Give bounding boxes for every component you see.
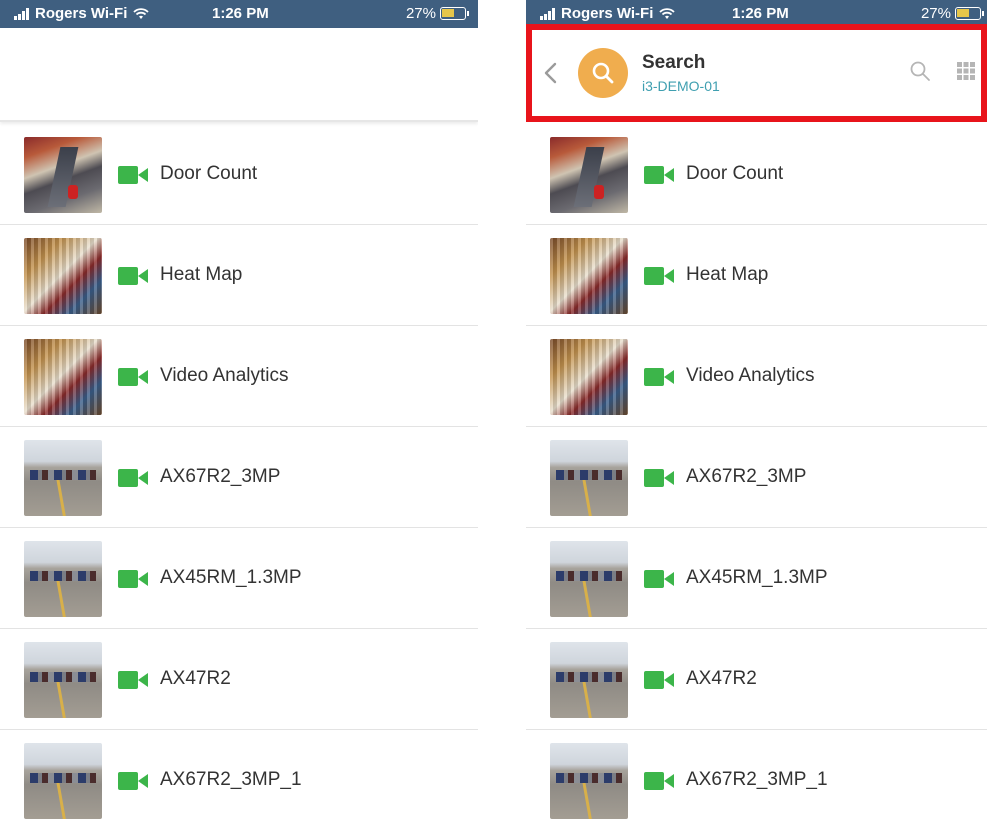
camera-thumbnail	[24, 743, 102, 819]
battery-percent: 27%	[405, 5, 436, 22]
video-camera-icon	[118, 671, 148, 689]
carrier-info: Rogers Wi-Fi	[14, 5, 150, 22]
video-camera-icon	[118, 469, 148, 487]
camera-thumbnail	[24, 238, 102, 314]
camera-name: Video Analytics	[160, 365, 289, 386]
camera-row[interactable]: AX47R2	[526, 629, 987, 730]
video-camera-icon	[118, 166, 148, 184]
camera-thumbnail	[550, 440, 628, 516]
grid-icon[interactable]	[956, 61, 976, 81]
header-loading	[0, 28, 478, 122]
camera-thumbnail	[550, 642, 628, 718]
camera-thumbnail	[550, 238, 628, 314]
camera-name: AX67R2_3MP_1	[160, 769, 302, 790]
battery-icon	[955, 7, 984, 20]
app-header: Search i3-DEMO-01	[526, 28, 987, 122]
camera-row[interactable]: AX45RM_1.3MP	[526, 528, 987, 629]
camera-name: AX45RM_1.3MP	[160, 567, 302, 588]
camera-name: Door Count	[160, 163, 258, 184]
carrier-name: Rogers Wi-Fi	[561, 5, 654, 22]
camera-thumbnail	[550, 541, 628, 617]
camera-name: AX47R2	[686, 668, 757, 689]
signal-icon	[540, 7, 555, 20]
search-icon	[592, 62, 614, 84]
video-camera-icon	[644, 267, 674, 285]
battery-icon	[440, 7, 469, 20]
video-camera-icon	[644, 469, 674, 487]
page-title: Search	[642, 52, 706, 73]
camera-row[interactable]: Heat Map	[526, 225, 987, 326]
battery-percent: 27%	[920, 5, 951, 22]
wifi-icon	[133, 7, 150, 19]
carrier-name: Rogers Wi-Fi	[35, 5, 128, 22]
camera-name: Video Analytics	[686, 365, 815, 386]
camera-row[interactable]: Video Analytics	[526, 326, 987, 427]
camera-thumbnail	[550, 743, 628, 819]
battery-info: 27%	[405, 5, 469, 22]
camera-row[interactable]: Door Count	[0, 124, 478, 225]
camera-name: AX45RM_1.3MP	[686, 567, 828, 588]
video-camera-icon	[644, 166, 674, 184]
carrier-info: Rogers Wi-Fi	[540, 5, 676, 22]
battery-info: 27%	[920, 5, 984, 22]
camera-row[interactable]: Video Analytics	[0, 326, 478, 427]
video-camera-icon	[644, 671, 674, 689]
camera-row[interactable]: AX45RM_1.3MP	[0, 528, 478, 629]
video-camera-icon	[118, 267, 148, 285]
camera-name: Heat Map	[160, 264, 243, 285]
camera-row[interactable]: AX67R2_3MP	[0, 427, 478, 528]
camera-row[interactable]: Heat Map	[0, 225, 478, 326]
video-camera-icon	[644, 368, 674, 386]
status-time: 1:26 PM	[212, 5, 269, 22]
chevron-left-icon[interactable]	[540, 60, 562, 86]
status-bar: Rogers Wi-Fi 1:26 PM 27%	[0, 0, 478, 28]
camera-row[interactable]: AX67R2_3MP	[526, 427, 987, 528]
status-time: 1:26 PM	[732, 5, 789, 22]
video-camera-icon	[118, 772, 148, 790]
camera-name: Heat Map	[686, 264, 769, 285]
camera-thumbnail	[24, 642, 102, 718]
search-badge	[578, 48, 628, 98]
camera-row[interactable]: AX47R2	[0, 629, 478, 730]
video-camera-icon	[644, 570, 674, 588]
camera-thumbnail	[24, 137, 102, 213]
camera-row[interactable]: Door Count	[526, 124, 987, 225]
camera-name: Door Count	[686, 163, 784, 184]
camera-name: AX67R2_3MP	[686, 466, 807, 487]
left-screen: Rogers Wi-Fi 1:26 PM 27% Door Count Heat…	[0, 0, 478, 827]
signal-icon	[14, 7, 29, 20]
camera-thumbnail	[550, 339, 628, 415]
camera-row[interactable]: AX67R2_3MP_1	[0, 730, 478, 827]
right-screen: Rogers Wi-Fi 1:26 PM 27% Search i3-DEMO-…	[526, 0, 987, 827]
camera-thumbnail	[24, 440, 102, 516]
camera-thumbnail	[24, 541, 102, 617]
camera-name: AX67R2_3MP_1	[686, 769, 828, 790]
camera-name: AX47R2	[160, 668, 231, 689]
camera-thumbnail	[24, 339, 102, 415]
camera-thumbnail	[550, 137, 628, 213]
camera-row[interactable]: AX67R2_3MP_1	[526, 730, 987, 827]
page-subtitle: i3-DEMO-01	[642, 78, 720, 94]
search-icon[interactable]	[908, 59, 932, 83]
camera-list: Door Count Heat Map Video Analytics AX67…	[526, 124, 987, 827]
video-camera-icon	[644, 772, 674, 790]
video-camera-icon	[118, 368, 148, 386]
status-bar: Rogers Wi-Fi 1:26 PM 27%	[526, 0, 987, 28]
camera-list: Door Count Heat Map Video Analytics AX67…	[0, 124, 478, 827]
camera-name: AX67R2_3MP	[160, 466, 281, 487]
video-camera-icon	[118, 570, 148, 588]
wifi-icon	[659, 7, 676, 19]
